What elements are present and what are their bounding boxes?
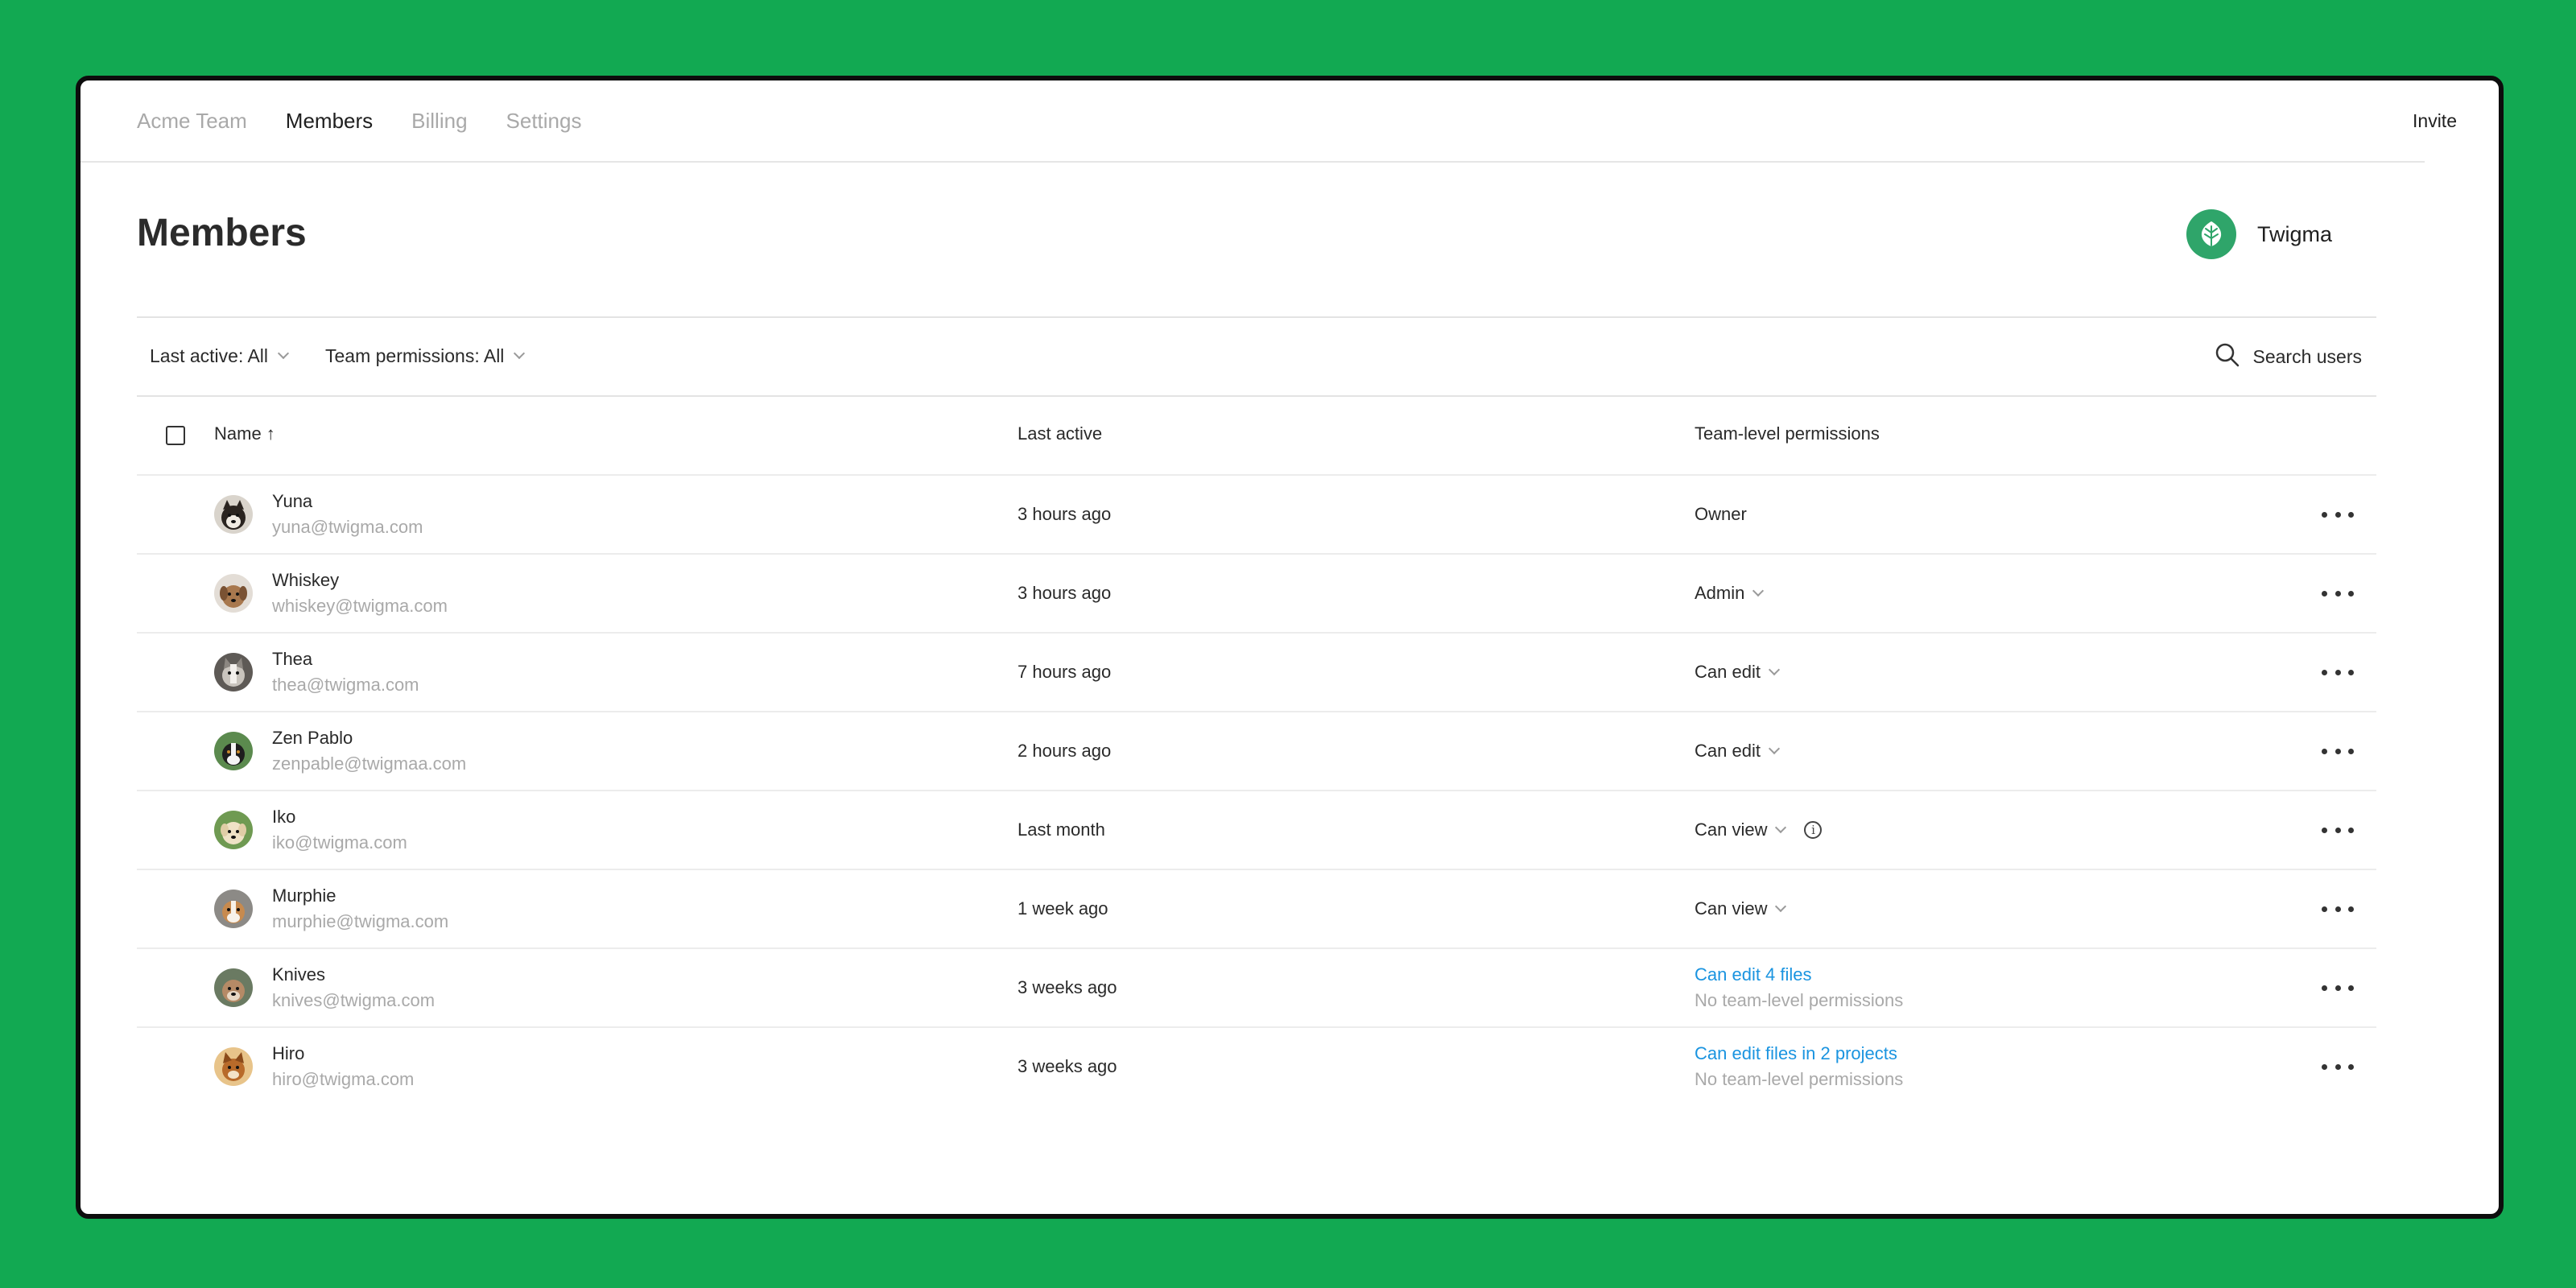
member-email: knives@twigma.com — [272, 990, 436, 1010]
page-title: Members — [137, 212, 307, 254]
chevron-down-icon — [1775, 900, 1787, 913]
team-name: Twigma — [2257, 221, 2333, 246]
tab-settings[interactable]: Settings — [506, 107, 582, 134]
column-header-last-active: Last active — [1018, 423, 1103, 444]
member-last-active: Last month — [1018, 819, 1105, 840]
search-users[interactable]: Search users — [2214, 341, 2362, 373]
member-last-active: 2 hours ago — [1018, 741, 1112, 761]
member-email: zenpable@twigmaa.com — [272, 753, 467, 774]
file-permissions-link[interactable]: Can edit 4 files — [1695, 964, 1812, 986]
tab-acme-team[interactable]: Acme Team — [137, 107, 247, 134]
search-input[interactable]: Search users — [2252, 346, 2362, 368]
member-email: iko@twigma.com — [272, 832, 407, 852]
avatar — [214, 811, 253, 849]
member-name: Thea — [272, 649, 313, 669]
avatar — [214, 653, 253, 691]
nav-tabs: Acme Team Members Billing Settings — [137, 107, 581, 134]
permission-dropdown[interactable]: Can edit — [1695, 660, 1781, 684]
table-row: Thea thea@twigma.com 7 hours ago Can edi… — [137, 634, 2376, 712]
avatar — [214, 1047, 253, 1086]
member-email: murphie@twigma.com — [272, 911, 449, 931]
filter-bar: Last active: All Team permissions: All S… — [137, 316, 2376, 397]
search-icon — [2214, 341, 2241, 373]
table-row: Zen Pablo zenpable@twigmaa.com 2 hours a… — [137, 712, 2376, 791]
member-permission: Can edit — [1695, 662, 1761, 682]
member-last-active: 3 hours ago — [1018, 583, 1112, 603]
more-options-button[interactable] — [2322, 976, 2354, 1000]
permission-dropdown[interactable]: Can view — [1695, 897, 1787, 921]
member-name: Iko — [272, 807, 296, 827]
app-window: Acme Team Members Billing Settings Invit… — [76, 76, 2504, 1219]
avatar — [214, 574, 253, 613]
more-options-button[interactable] — [2322, 660, 2354, 684]
chevron-down-icon — [1775, 821, 1787, 834]
column-header-name[interactable]: Name ↑ — [214, 422, 275, 446]
member-name: Knives — [272, 964, 326, 985]
invite-button[interactable]: Invite — [2413, 109, 2457, 133]
tab-members[interactable]: Members — [286, 107, 373, 134]
member-email: whiskey@twigma.com — [272, 596, 448, 616]
member-email: thea@twigma.com — [272, 675, 419, 695]
member-last-active: 1 week ago — [1018, 898, 1108, 919]
permission-dropdown[interactable]: Can view i — [1695, 818, 1823, 842]
member-last-active: 3 hours ago — [1018, 504, 1112, 524]
more-options-button[interactable] — [2322, 818, 2354, 842]
chevron-down-icon — [1768, 663, 1781, 676]
member-permission: Can edit — [1695, 741, 1761, 761]
chevron-down-icon — [1752, 584, 1765, 597]
table-header: Name ↑ Last active Team-level permission… — [137, 395, 2376, 476]
member-last-active: 3 weeks ago — [1018, 1056, 1117, 1076]
member-email: hiro@twigma.com — [272, 1069, 415, 1089]
permission-dropdown[interactable]: Admin — [1695, 581, 1765, 605]
avatar — [214, 495, 253, 534]
more-options-button[interactable] — [2322, 581, 2354, 605]
column-header-permissions: Team-level permissions — [1695, 423, 1880, 444]
permission-note: No team-level permissions — [1695, 990, 1904, 1010]
member-permission: Can view — [1695, 819, 1768, 840]
member-last-active: 3 weeks ago — [1018, 977, 1117, 997]
member-last-active: 7 hours ago — [1018, 662, 1112, 682]
table-row: Whiskey whiskey@twigma.com 3 hours ago A… — [137, 555, 2376, 634]
permission-note: No team-level permissions — [1695, 1069, 1904, 1089]
info-icon[interactable]: i — [1804, 821, 1823, 839]
member-name: Whiskey — [272, 570, 340, 590]
project-permissions-link[interactable]: Can edit files in 2 projects — [1695, 1042, 1897, 1065]
more-options-button[interactable] — [2322, 502, 2354, 526]
last-active-filter-label: Last active: All — [150, 345, 269, 366]
team-permissions-filter-label: Team permissions: All — [325, 345, 505, 366]
chevron-down-icon — [514, 347, 526, 360]
more-options-button[interactable] — [2322, 739, 2354, 763]
more-options-button[interactable] — [2322, 897, 2354, 921]
avatar — [214, 732, 253, 770]
table-row: Yuna yuna@twigma.com 3 hours ago Owner — [137, 476, 2376, 555]
table-row: Murphie murphie@twigma.com 1 week ago Ca… — [137, 870, 2376, 949]
member-name: Yuna — [272, 491, 313, 511]
member-permission: Admin — [1695, 583, 1745, 603]
table-row: Knives knives@twigma.com 3 weeks ago Can… — [137, 949, 2376, 1028]
leaf-icon — [2186, 209, 2236, 259]
top-navigation: Acme Team Members Billing Settings Invit… — [80, 80, 2457, 163]
member-name: Murphie — [272, 886, 336, 906]
team-badge[interactable]: Twigma — [2186, 209, 2332, 259]
table-row: Hiro hiro@twigma.com 3 weeks ago Can edi… — [137, 1028, 2376, 1105]
avatar — [214, 968, 253, 1007]
members-table: Name ↑ Last active Team-level permission… — [137, 395, 2376, 1105]
chevron-down-icon — [277, 347, 290, 360]
tab-billing[interactable]: Billing — [411, 107, 467, 134]
member-email: yuna@twigma.com — [272, 517, 423, 537]
member-permission: Can view — [1695, 898, 1768, 919]
member-name: Zen Pablo — [272, 728, 353, 748]
chevron-down-icon — [1768, 742, 1781, 755]
team-permissions-filter[interactable]: Team permissions: All — [325, 343, 526, 369]
member-name: Hiro — [272, 1043, 305, 1063]
last-active-filter[interactable]: Last active: All — [150, 343, 290, 369]
table-row: Iko iko@twigma.com Last month Can view i — [137, 791, 2376, 870]
avatar — [214, 890, 253, 928]
permission-dropdown[interactable]: Can edit — [1695, 739, 1781, 763]
select-all-checkbox[interactable] — [166, 426, 185, 445]
more-options-button[interactable] — [2322, 1055, 2354, 1079]
member-permission: Owner — [1695, 504, 1747, 524]
